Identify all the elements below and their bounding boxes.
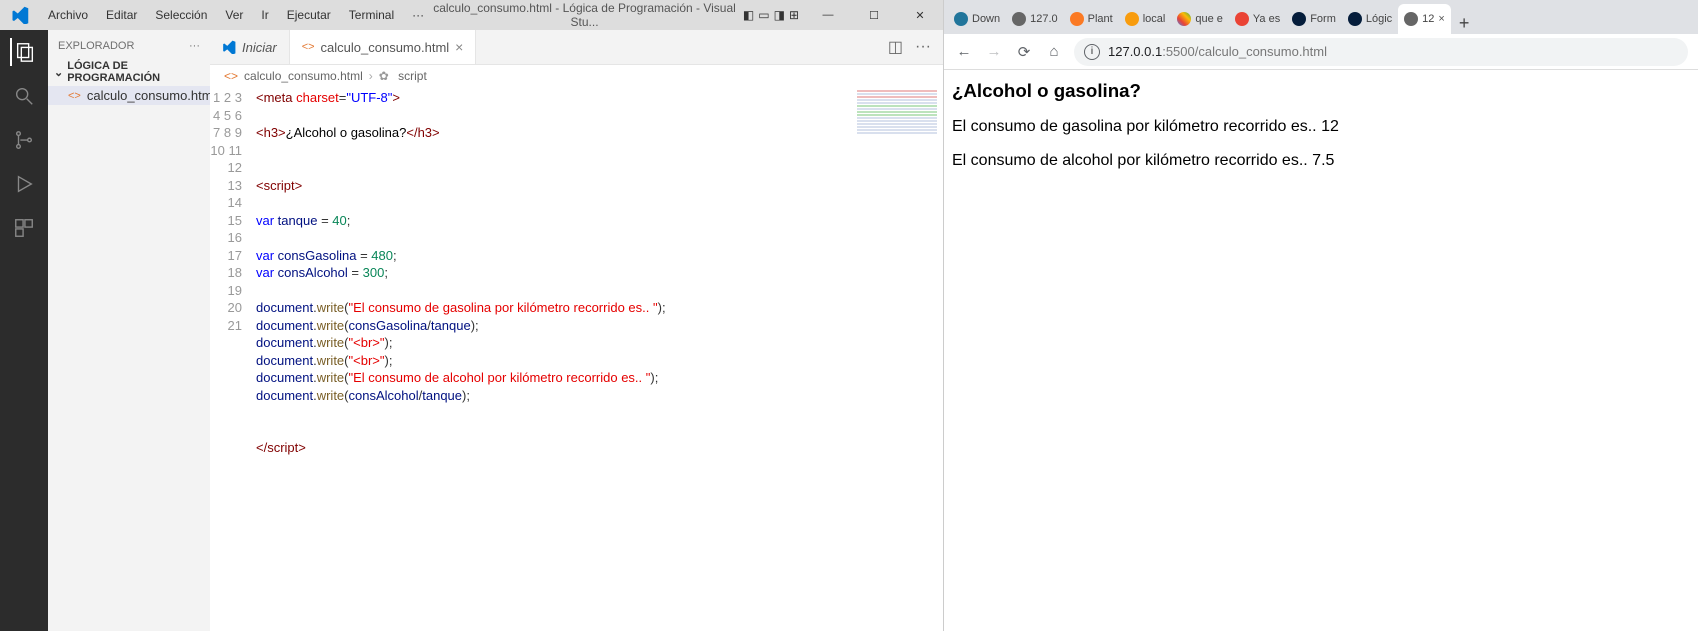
browser-tab[interactable]: Ya es [1229, 4, 1286, 34]
reload-icon[interactable]: ⟳ [1014, 43, 1034, 61]
page-heading: ¿Alcohol o gasolina? [952, 80, 1690, 102]
explorer-title: EXPLORADOR [58, 40, 134, 52]
menu-bar: Archivo Editar Selección Ver Ir Ejecutar… [40, 4, 432, 26]
page-paragraph: El consumo de gasolina por kilómetro rec… [952, 118, 1690, 136]
breadcrumb-symbol: script [398, 69, 427, 83]
explorer-sidebar: EXPLORADOR ··· ⌄ LÓGICA DE PROGRAMACIÓN … [48, 30, 210, 631]
search-icon[interactable] [10, 82, 38, 110]
maximize-button[interactable]: ☐ [851, 0, 897, 30]
new-tab-button[interactable]: + [1451, 13, 1478, 34]
html-file-icon: <> [224, 69, 238, 83]
tab-label: calculo_consumo.html [321, 40, 450, 55]
url-text: 127.0.0.1:5500/calculo_consumo.html [1108, 44, 1327, 59]
menu-terminal[interactable]: Terminal [341, 4, 402, 26]
folder-name: LÓGICA DE PROGRAMACIÓN [67, 60, 204, 84]
menu-ver[interactable]: Ver [217, 4, 251, 26]
alura-favicon-icon [1348, 12, 1362, 26]
browser-tabs: Down 127.0 Plant local que e Ya es Form … [944, 0, 1698, 34]
menu-archivo[interactable]: Archivo [40, 4, 96, 26]
explorer-more-icon[interactable]: ··· [189, 40, 200, 52]
browser-tab-active[interactable]: 12× [1398, 4, 1451, 34]
chevron-down-icon: ⌄ [54, 66, 63, 79]
vscode-window: Archivo Editar Selección Ver Ir Ejecutar… [0, 0, 944, 631]
activity-bar [0, 30, 48, 631]
browser-tab[interactable]: Plant [1064, 4, 1119, 34]
browser-tab[interactable]: local [1119, 4, 1172, 34]
wordpress-favicon-icon [954, 12, 968, 26]
breadcrumb-file: calculo_consumo.html [244, 69, 363, 83]
menu-overflow[interactable]: ··· [404, 4, 432, 26]
run-debug-icon[interactable] [10, 170, 38, 198]
script-symbol-icon: ✿ [379, 69, 392, 83]
html-file-icon: <> [302, 41, 315, 53]
menu-ejecutar[interactable]: Ejecutar [279, 4, 339, 26]
panel-left-icon[interactable]: ◧ [743, 8, 754, 22]
extensions-icon[interactable] [10, 214, 38, 242]
layout-controls: ◧ ▭ ◨ ⊞ [737, 8, 805, 22]
window-controls: — ☐ ✕ [805, 0, 943, 30]
tab-close-icon[interactable]: × [455, 39, 463, 55]
panel-bottom-icon[interactable]: ▭ [758, 8, 769, 22]
close-button[interactable]: ✕ [897, 0, 943, 30]
page-content: ¿Alcohol o gasolina? El consumo de gasol… [944, 70, 1698, 631]
line-gutter: 1 2 3 4 5 6 7 8 9 10 11 12 13 14 15 16 1… [210, 87, 256, 631]
menu-seleccion[interactable]: Selección [147, 4, 215, 26]
back-icon[interactable]: ← [954, 43, 974, 60]
explorer-folder[interactable]: ⌄ LÓGICA DE PROGRAMACIÓN [48, 58, 210, 86]
address-bar-row: ← → ⟳ ⌂ i 127.0.0.1:5500/calculo_consumo… [944, 34, 1698, 70]
home-icon[interactable]: ⌂ [1044, 43, 1064, 60]
browser-tab[interactable]: Down [948, 4, 1006, 34]
browser-tab[interactable]: que e [1171, 4, 1229, 34]
explorer-header: EXPLORADOR ··· [48, 30, 210, 58]
code-editor[interactable]: 1 2 3 4 5 6 7 8 9 10 11 12 13 14 15 16 1… [210, 87, 943, 631]
chevron-right-icon: › [369, 69, 373, 83]
tab-calculo-consumo[interactable]: <> calculo_consumo.html × [290, 30, 477, 64]
editor-tabs: Iniciar <> calculo_consumo.html × ◫ ··· [210, 30, 943, 65]
breadcrumb[interactable]: <> calculo_consumo.html › ✿ script [210, 65, 943, 87]
globe-favicon-icon [1012, 12, 1026, 26]
browser-window: Down 127.0 Plant local que e Ya es Form … [944, 0, 1698, 631]
minimap[interactable] [853, 89, 941, 219]
code-content[interactable]: <meta charset="UTF-8"> <h3>¿Alcohol o ga… [256, 87, 943, 631]
split-editor-icon[interactable]: ◫ [888, 37, 903, 57]
editor-area: Iniciar <> calculo_consumo.html × ◫ ··· … [210, 30, 943, 631]
xampp-favicon-icon [1070, 12, 1084, 26]
site-info-icon[interactable]: i [1084, 44, 1100, 60]
vscode-logo-icon [8, 3, 32, 27]
menu-editar[interactable]: Editar [98, 4, 145, 26]
explorer-icon[interactable] [10, 38, 38, 66]
browser-tab[interactable]: Lógic [1342, 4, 1398, 34]
file-name: calculo_consumo.html [87, 88, 216, 103]
window-title: calculo_consumo.html - Lógica de Program… [432, 1, 737, 29]
alura-favicon-icon [1292, 12, 1306, 26]
gmail-favicon-icon [1235, 12, 1249, 26]
html-file-icon: <> [68, 90, 81, 102]
source-control-icon[interactable] [10, 126, 38, 154]
browser-tab[interactable]: 127.0 [1006, 4, 1064, 34]
menu-ir[interactable]: Ir [253, 4, 276, 26]
page-paragraph: El consumo de alcohol por kilómetro reco… [952, 152, 1690, 170]
tab-more-icon[interactable]: ··· [915, 38, 931, 56]
explorer-file[interactable]: <> calculo_consumo.html [48, 86, 210, 105]
globe-favicon-icon [1404, 12, 1418, 26]
tab-close-icon[interactable]: × [1438, 13, 1444, 25]
google-favicon-icon [1177, 12, 1191, 26]
title-bar: Archivo Editar Selección Ver Ir Ejecutar… [0, 0, 943, 30]
minimize-button[interactable]: — [805, 0, 851, 30]
tab-label: Iniciar [242, 40, 277, 55]
forward-icon[interactable]: → [984, 43, 1004, 60]
address-bar[interactable]: i 127.0.0.1:5500/calculo_consumo.html [1074, 38, 1688, 66]
tab-iniciar[interactable]: Iniciar [210, 30, 290, 64]
browser-tab[interactable]: Form [1286, 4, 1342, 34]
panel-right-icon[interactable]: ◨ [774, 8, 785, 22]
phpmyadmin-favicon-icon [1125, 12, 1139, 26]
layout-grid-icon[interactable]: ⊞ [789, 8, 799, 22]
